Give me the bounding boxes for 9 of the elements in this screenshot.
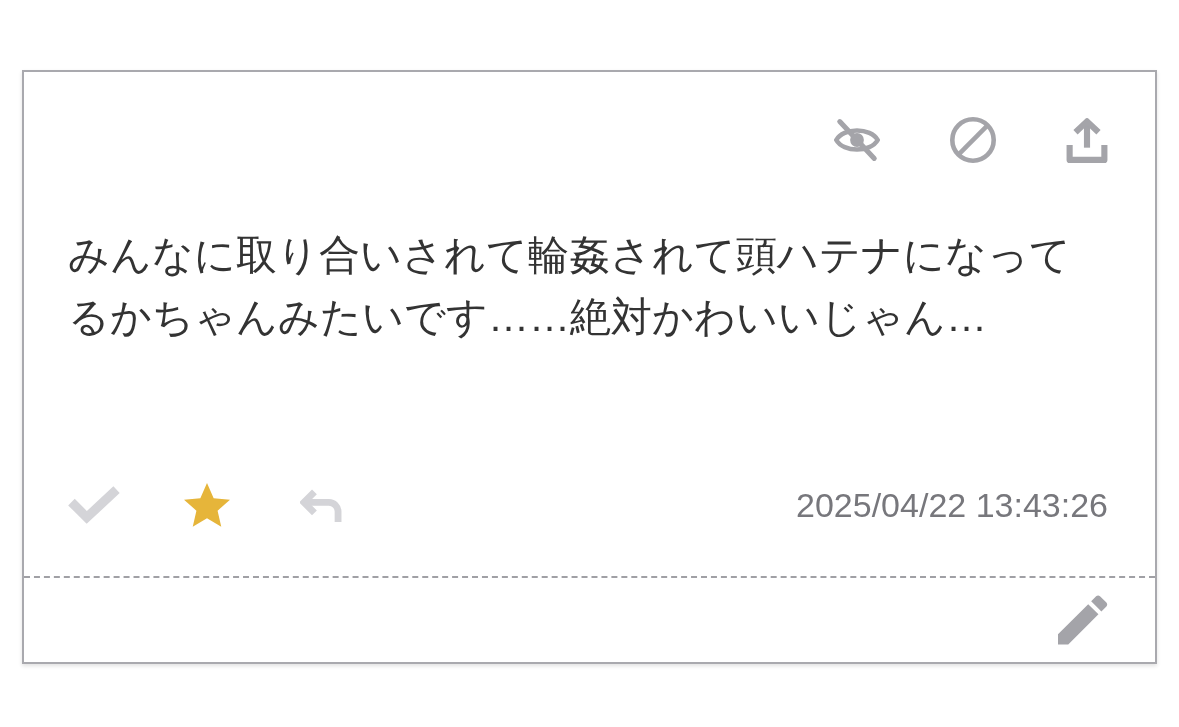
message-text: みんなに取り合いされて輪姦されて頭ハテナになってるかちゃんみたいです……絶対かわいいじゃん… (68, 231, 1072, 342)
star-icon[interactable] (184, 482, 230, 528)
block-icon[interactable] (950, 117, 996, 163)
pencil-icon[interactable] (1058, 595, 1108, 645)
upload-icon[interactable] (1066, 117, 1108, 163)
check-icon[interactable] (68, 486, 120, 524)
reply-icon[interactable] (300, 487, 342, 523)
eye-off-icon[interactable] (834, 118, 880, 162)
timestamp: 2025/04/22 13:43:26 (796, 488, 1108, 522)
